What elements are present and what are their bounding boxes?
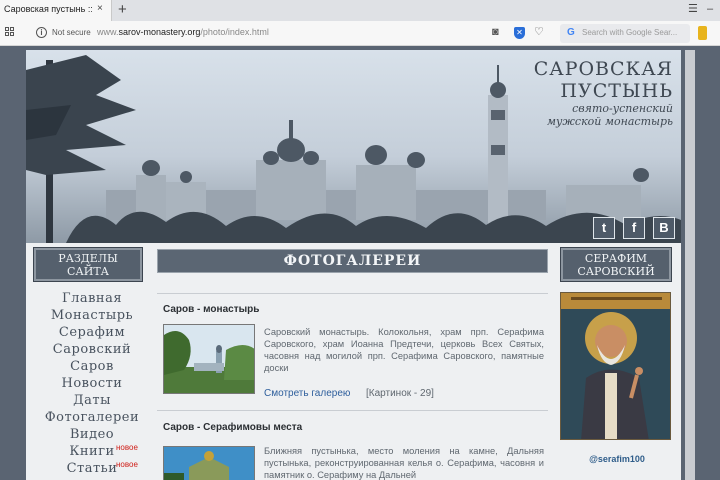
facebook-icon[interactable]: f (623, 217, 645, 239)
scrollbar[interactable] (685, 50, 695, 480)
gallery-title[interactable]: Саров - монастырь (163, 304, 259, 315)
twitter-icon[interactable]: t (593, 217, 615, 239)
sidebar-item-dates[interactable]: Даты (34, 392, 150, 409)
main-column: ФОТОГАЛЕРЕИ Саров - монастырь Саровский … (157, 246, 548, 480)
view-gallery-link[interactable]: Смотреть галерею (264, 388, 350, 399)
tab-title: Саровская пустынь :: Фот (4, 4, 92, 14)
camera-icon[interactable]: ◙ (492, 26, 499, 39)
image-count: [Картинок - 29] (366, 388, 434, 399)
site-title: САРОВСКАЯ ПУСТЫНЬ свято-успенский мужско… (534, 58, 673, 128)
sidebar-header-line2: САЙТА (66, 265, 109, 278)
sidebar-header-line1: РАЗДЕЛЫ (58, 252, 118, 265)
page: САРОВСКАЯ ПУСТЫНЬ свято-успенский мужско… (26, 50, 681, 480)
new-tab-button[interactable]: + (118, 1, 127, 19)
divider (157, 293, 548, 294)
url-path: /photo/index.html (200, 27, 269, 37)
right-column: СЕРАФИМ САРОВСКИЙ @serafim100 (556, 246, 678, 480)
site-subtitle-line1: свято-успенский (572, 102, 673, 115)
sidebar-item-video[interactable]: Видео (34, 426, 150, 443)
speed-dial-icon[interactable] (5, 27, 15, 37)
sidebar-header: РАЗДЕЛЫ САЙТА (33, 247, 143, 282)
sidebar-menu: Главная Монастырь Серафим Саровский Саро… (34, 290, 150, 477)
right-header: СЕРАФИМ САРОВСКИЙ (560, 247, 672, 282)
tab-list-icon[interactable]: ☰ (688, 2, 698, 15)
sidebar-item-sarovsky[interactable]: Саровский (34, 341, 150, 358)
vk-icon[interactable]: B (653, 217, 675, 239)
url-prefix: www. (97, 27, 119, 37)
address-bar: i Not secure www.sarov-monastery.org/pho… (0, 21, 720, 46)
divider (157, 410, 548, 411)
gallery-description: Ближняя пустынька, место моления на камн… (264, 446, 544, 480)
gallery-title[interactable]: Саров - Серафимовы места (163, 422, 302, 433)
close-tab-icon[interactable]: × (97, 3, 103, 15)
right-header-line2: САРОВСКИЙ (577, 265, 655, 278)
sidebar-item-news[interactable]: Новости (34, 375, 150, 392)
new-badge: новое (116, 443, 138, 452)
shield-icon[interactable]: ✕ (514, 27, 525, 39)
site-banner: САРОВСКАЯ ПУСТЫНЬ свято-успенский мужско… (26, 50, 681, 243)
sidebar-item-sarov[interactable]: Саров (34, 358, 150, 375)
search-input[interactable]: G Search with Google Sear... (560, 24, 690, 43)
tab-bar: Саровская пустынь :: Фот × + ☰ – (0, 0, 720, 21)
new-badge: новое (116, 460, 138, 469)
gallery-thumbnail[interactable] (163, 446, 255, 480)
sidebar-item-main[interactable]: Главная (34, 290, 150, 307)
site-subtitle-line2: мужской монастырь (546, 115, 673, 128)
site-title-line2: ПУСТЫНЬ (560, 80, 673, 102)
sidebar-item-monastery[interactable]: Монастырь (34, 307, 150, 324)
url-domain: sarov-monastery.org (118, 27, 201, 37)
sidebar-item-photo-galleries[interactable]: Фотогалереи (34, 409, 150, 426)
right-header-line1: СЕРАФИМ (584, 252, 648, 265)
main-header: ФОТОГАЛЕРЕИ (157, 249, 548, 273)
gallery-description: Саровский монастырь. Колокольня, храм пр… (264, 327, 544, 373)
search-placeholder: Search with Google Sear... (582, 28, 678, 37)
site-title-line1: САРОВСКАЯ (533, 58, 673, 80)
sidebar-item-seraphim[interactable]: Серафим (34, 324, 150, 341)
not-secure-label[interactable]: Not secure (52, 28, 91, 37)
heart-icon[interactable]: ♡ (534, 26, 544, 39)
gallery-thumbnail[interactable] (163, 324, 255, 394)
site-info-icon[interactable]: i (36, 27, 47, 38)
browser-tab[interactable]: Саровская пустынь :: Фот × (0, 0, 112, 21)
google-icon: G (567, 27, 575, 38)
url-field[interactable]: www.sarov-monastery.org/photo/index.html (97, 27, 269, 37)
minimize-icon[interactable]: – (707, 3, 713, 15)
instagram-handle[interactable]: @serafim100 (556, 454, 678, 464)
social-links: t f B (593, 217, 677, 241)
saint-icon-image[interactable] (560, 292, 671, 440)
extension-icon[interactable] (698, 26, 707, 40)
